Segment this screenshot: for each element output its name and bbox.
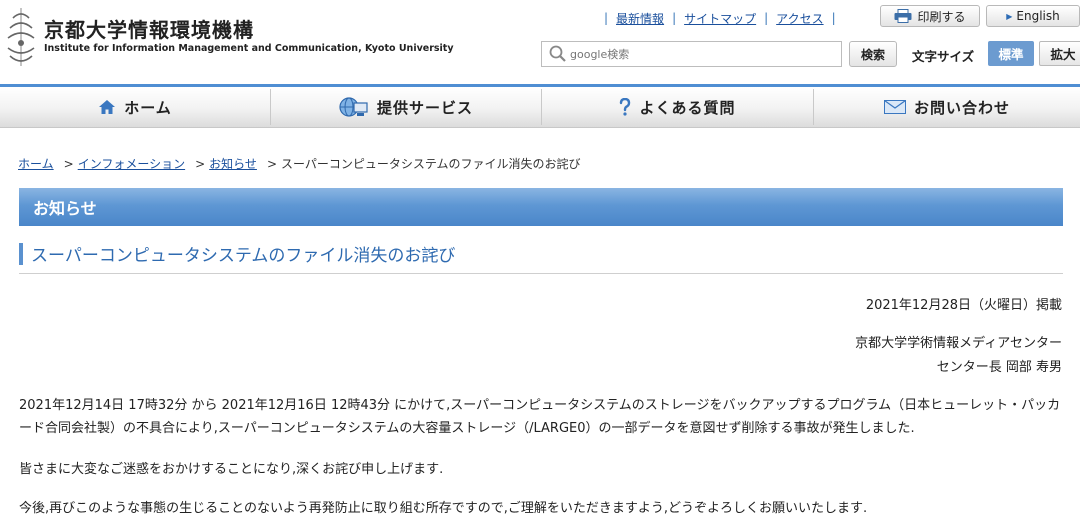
nav-faq[interactable]: よくある質問	[542, 87, 813, 127]
triangle-right-icon: ▶	[1006, 11, 1013, 21]
separator: |	[764, 11, 769, 25]
search-input[interactable]	[568, 46, 832, 62]
search-icon	[549, 45, 566, 62]
mail-icon	[883, 100, 906, 114]
breadcrumb-information[interactable]: インフォメーション	[78, 155, 185, 172]
sitemap-link[interactable]: サイトマップ	[684, 10, 756, 27]
author-organization: 京都大学学術情報メディアセンター	[855, 336, 1062, 351]
breadcrumb-separator: >	[266, 156, 277, 171]
english-button[interactable]: ▶ English	[986, 5, 1080, 27]
nav-contact-label: お問い合わせ	[913, 98, 1010, 117]
print-button[interactable]: 印刷する	[880, 5, 980, 27]
breadcrumb-current: スーパーコンピュータシステムのファイル消失のお詫び	[281, 157, 581, 171]
breadcrumb-home[interactable]: ホーム	[18, 155, 54, 172]
globe-computer-icon	[339, 97, 368, 117]
article-title: スーパーコンピュータシステムのファイル消失のお詫び	[31, 246, 456, 266]
site-subtitle: Institute for Information Management and…	[44, 43, 454, 54]
font-size-label: 文字サイズ	[912, 49, 975, 64]
font-size-standard-button[interactable]: 標準	[988, 41, 1034, 66]
latest-news-link[interactable]: 最新情報	[616, 10, 664, 27]
section-heading: お知らせ	[19, 188, 1063, 226]
print-label: 印刷する	[917, 9, 966, 24]
top-links: | 最新情報 | サイトマップ | アクセス |	[596, 9, 844, 27]
site-title[interactable]: 京都大学情報環境機構	[44, 14, 254, 43]
separator: |	[831, 11, 836, 25]
breadcrumb-separator: >	[195, 156, 206, 171]
article-paragraph-1: 2021年12月14日 17時32分 から 2021年12月16日 12時43分…	[19, 398, 1061, 436]
logo-icon[interactable]	[6, 6, 36, 68]
site-header: 京都大学情報環境機構 Institute for Information Man…	[0, 0, 1080, 84]
english-label: English	[1016, 9, 1060, 23]
nav-home[interactable]: ホーム	[0, 87, 270, 127]
article-heading: スーパーコンピュータシステムのファイル消失のお詫び	[19, 240, 1063, 274]
nav-contact[interactable]: お問い合わせ	[814, 87, 1080, 127]
author-name: センター長 岡部 寿男	[936, 360, 1062, 375]
article-paragraph-3: 今後,再びこのような事態の生じることのないよう再発防止に取り組む所存ですので,ご…	[19, 501, 868, 516]
search-button[interactable]: 検索	[849, 41, 897, 67]
separator: |	[604, 11, 609, 25]
home-icon	[99, 100, 116, 114]
article-paragraph-2: 皆さまに大変なご迷惑をおかけすることになり,深くお詫び申し上げます.	[19, 462, 444, 477]
publish-date: 2021年12月28日（火曜日）掲載	[865, 298, 1062, 313]
nav-services[interactable]: 提供サービス	[271, 87, 541, 127]
nav-home-label: ホーム	[124, 98, 172, 117]
breadcrumb-separator: >	[63, 156, 74, 171]
printer-icon	[894, 9, 912, 23]
breadcrumb: ホーム > インフォメーション > お知らせ > スーパーコンピュータシステムの…	[18, 155, 581, 172]
search-field[interactable]	[541, 41, 842, 67]
question-icon	[620, 98, 631, 116]
separator: |	[672, 11, 677, 25]
nav-faq-label: よくある質問	[639, 98, 736, 117]
font-size-large-button[interactable]: 拡大	[1039, 41, 1080, 66]
breadcrumb-news[interactable]: お知らせ	[209, 155, 257, 172]
access-link[interactable]: アクセス	[776, 10, 823, 27]
global-nav: ホーム 提供サービス よくある質問 お問い合わせ	[0, 84, 1080, 128]
heading-accent-bar	[19, 243, 23, 265]
nav-services-label: 提供サービス	[376, 98, 473, 117]
